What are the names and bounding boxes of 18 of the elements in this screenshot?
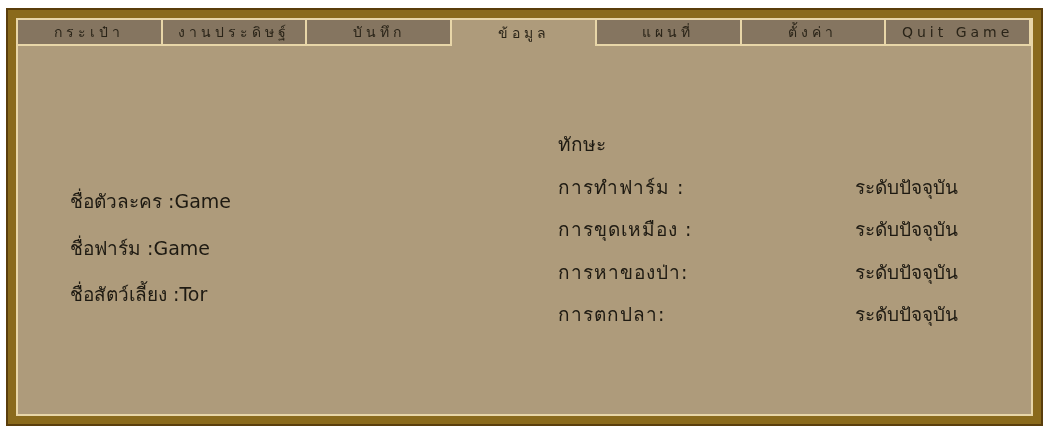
profile-text: ชื่อตัวละคร :Game: [70, 187, 232, 215]
skill-level: ระดับปัจจุบัน: [855, 217, 958, 243]
tab[interactable]: Quit Game: [886, 20, 1032, 46]
tab[interactable]: งานประดิษฐ์: [162, 20, 308, 46]
skill-name: การหาของป่า:: [558, 259, 689, 285]
tab[interactable]: แผนที่: [596, 20, 742, 46]
skill-name: การขุดเหมือง :: [558, 217, 693, 243]
profile-text: ชื่อสัตว์เลี้ยง :Tor: [70, 280, 209, 308]
profile-text: ชื่อฟาร์ม :Game: [70, 234, 211, 261]
tab[interactable]: กระเป๋า: [18, 20, 163, 46]
skill-name: การทำฟาร์ม :: [558, 174, 685, 200]
tab[interactable]: บันทึก: [307, 20, 453, 46]
skill-level: ระดับปัจจุบัน: [855, 259, 958, 286]
skills-heading: ทักษะ: [558, 132, 606, 157]
skill-level: ระดับปัจจุบัน: [855, 302, 958, 328]
tab[interactable]: ตั้งค่า: [741, 20, 887, 46]
skill-level: ระดับปัจจุบัน: [855, 174, 958, 201]
skill-name: การตกปลา:: [558, 302, 666, 327]
